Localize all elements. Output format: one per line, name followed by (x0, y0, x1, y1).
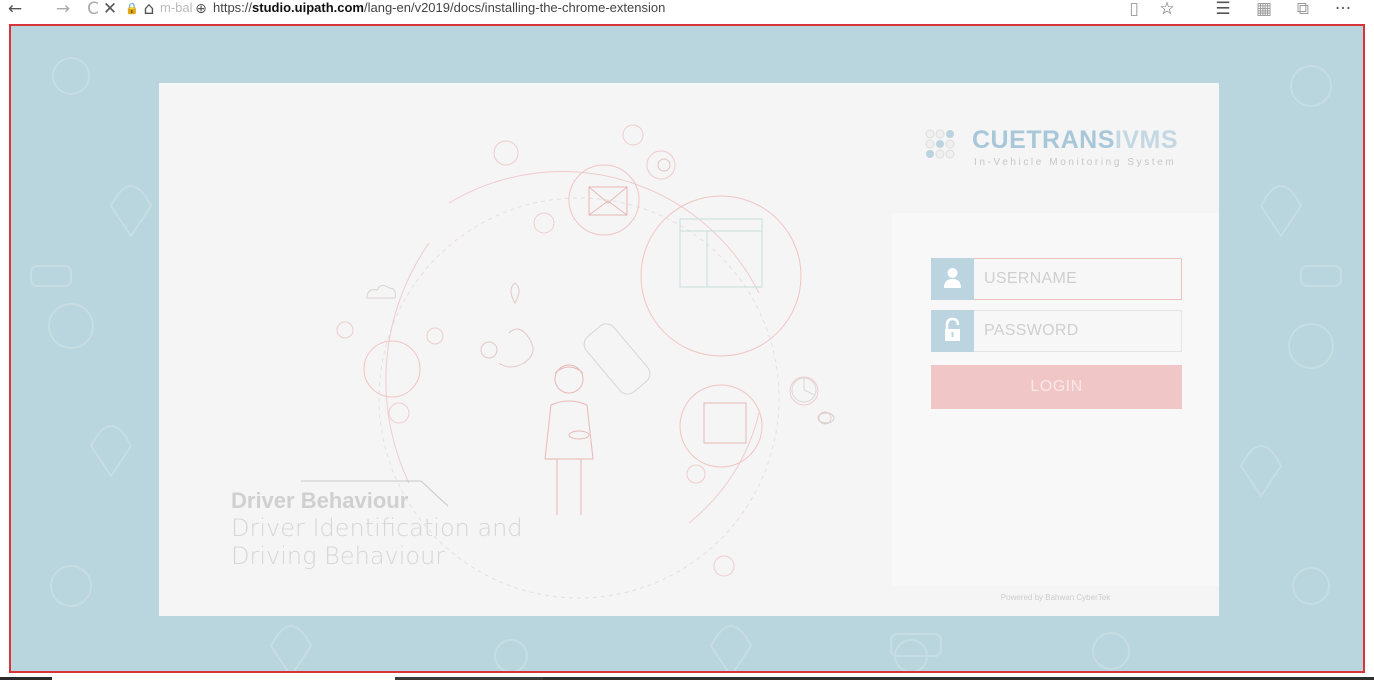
url-path: /lang-en/v2019/docs/installing-the-chrom… (363, 0, 666, 15)
hero-title: Driver Behaviour (231, 488, 409, 513)
lock-icon: 🔒 (125, 2, 139, 15)
password-field (931, 310, 1182, 352)
more-options-icon[interactable]: ··· (1330, 0, 1356, 20)
hero-line-2: Driving Behaviour (231, 542, 446, 570)
url-prefix: https:// (213, 0, 253, 15)
favorites-list-icon[interactable]: ☰ (1212, 0, 1234, 20)
close-icon[interactable]: ✕ (100, 0, 120, 20)
username-field (931, 258, 1182, 300)
reading-view-icon[interactable]: ▯ (1124, 0, 1144, 20)
favorite-star-icon[interactable]: ☆ (1156, 0, 1178, 20)
ghost-url-text: m-bal (160, 0, 193, 15)
page-viewport: Driver Behaviour Driver Identification a… (9, 24, 1365, 673)
hero-line-1: Driver Identification and (231, 514, 523, 542)
brand-name-part1: CUETRANS (972, 126, 1115, 154)
share-icon[interactable]: ⧉ (1291, 0, 1315, 20)
password-input[interactable] (984, 311, 1174, 351)
taskbar-segment (0, 677, 52, 680)
lock-icon (931, 310, 974, 352)
home-icon[interactable]: ⌂ (140, 0, 158, 20)
globe-icon: ⊕ (195, 1, 207, 17)
url-host: studio.uipath.com (252, 0, 364, 15)
refresh-icon[interactable]: C (85, 0, 101, 20)
brand-name-part2: IVMS (1114, 126, 1179, 154)
login-card: Driver Behaviour Driver Identification a… (159, 83, 1219, 616)
brand-subtitle: In-Vehicle Monitoring System (974, 157, 1177, 168)
taskbar-segment (543, 677, 1374, 680)
forward-arrow-icon[interactable]: → (52, 0, 74, 20)
logo-dots-icon (925, 129, 955, 159)
login-panel: LOGIN (892, 213, 1219, 586)
cuetrans-logo: CUETRANSIVMS In-Vehicle Monitoring Syste… (924, 126, 1194, 178)
collections-icon[interactable]: ▦ (1253, 0, 1275, 20)
taskbar-segment (395, 677, 543, 680)
back-arrow-icon[interactable]: ← (4, 0, 26, 20)
username-input[interactable] (984, 259, 1174, 299)
user-icon (931, 258, 974, 300)
login-button[interactable]: LOGIN (931, 365, 1182, 409)
browser-toolbar: ← → C ✕ 🔒 ⌂ m-bal ⊕ https://studio.uipat… (0, 0, 1374, 22)
hero-tagline: Driver Behaviour Driver Identification a… (231, 488, 523, 570)
address-bar[interactable]: https://studio.uipath.com/lang-en/v2019/… (213, 0, 1113, 20)
taskbar-strip (0, 677, 1374, 699)
brand-name: CUETRANSIVMS (972, 126, 1178, 155)
powered-by-text: Powered by Bahwan CyberTek (1000, 593, 1111, 602)
